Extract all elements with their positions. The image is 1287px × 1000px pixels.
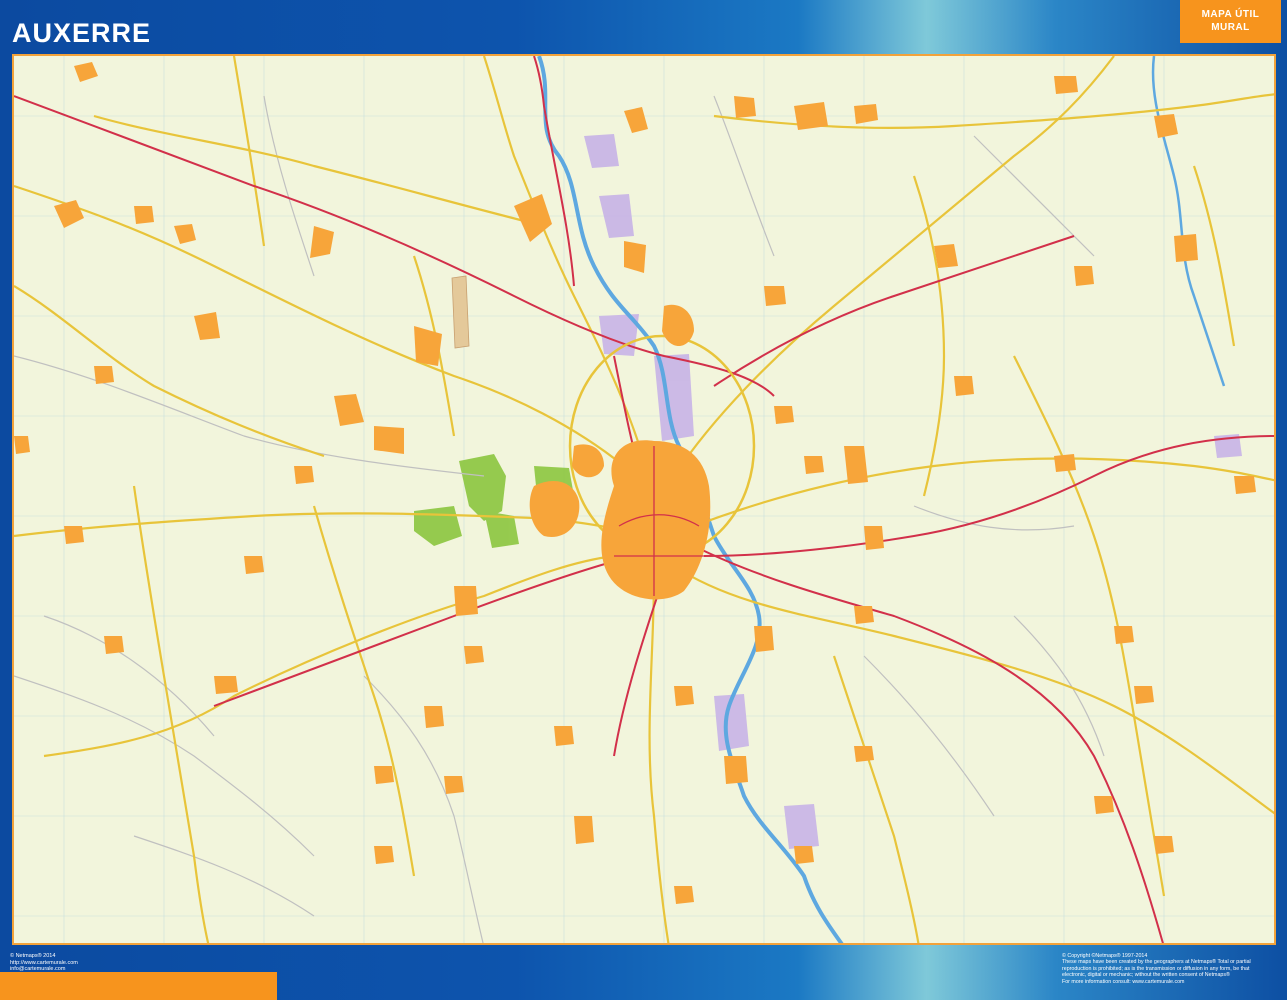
footer-right-line-5: For more information consult: www.cartem… bbox=[1062, 978, 1185, 985]
footer-right-line-2: These maps have been created by the geog… bbox=[1062, 959, 1251, 966]
map-canvas[interactable] bbox=[12, 54, 1276, 945]
river-serein bbox=[1151, 56, 1226, 387]
map-svg bbox=[14, 56, 1274, 943]
map-title: AUXERRE bbox=[12, 18, 152, 48]
mapa-util-badge[interactable]: MAPA ÚTIL MURAL bbox=[1180, 0, 1281, 43]
footer-left: © Netmaps® 2014 http://www.cartemurale.c… bbox=[10, 953, 78, 973]
badge-line-1: MAPA ÚTIL bbox=[1201, 9, 1260, 20]
airfield bbox=[451, 275, 470, 349]
footer-right: © Copyright ©Netmaps® 1997-2014 These ma… bbox=[1062, 953, 1277, 985]
badge-line-2: MURAL bbox=[1211, 22, 1250, 33]
footer-orange-bar bbox=[0, 972, 277, 1000]
